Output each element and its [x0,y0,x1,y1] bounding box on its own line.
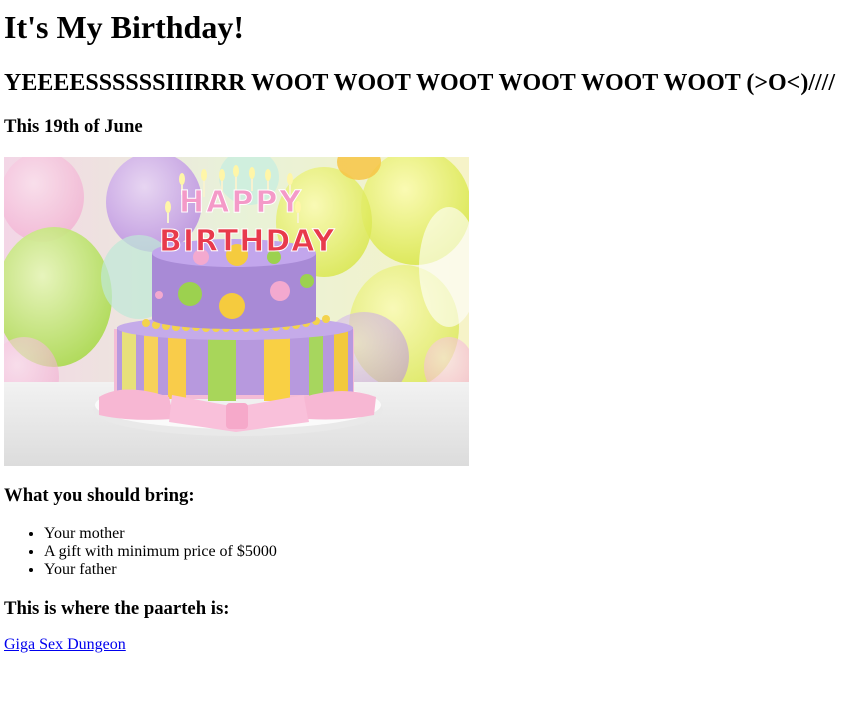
page-title: It's My Birthday! [4,9,244,45]
list-item: A gift with minimum price of $5000 [44,543,857,561]
page: It's My Birthday! YEEEESSSSSSIIIRRR WOOT… [0,9,861,654]
list-item: Your father [44,561,857,579]
list-item: Your mother [44,525,857,543]
cake-topper-happy: HAPPY [179,185,303,220]
bring-heading: What you should bring: [4,485,195,506]
location-heading: This is where the paarteh is: [4,598,230,619]
subtitle-cheer: YEEEESSSSSSIIIRRR WOOT WOOT WOOT WOOT WO… [4,70,835,96]
location-link[interactable]: Giga Sex Dungeon [4,636,126,653]
party-date: This 19th of June [4,116,143,137]
location-paragraph: Giga Sex Dungeon [4,636,857,654]
bring-list: Your mother A gift with minimum price of… [4,525,857,579]
cake-topper-birthday: BIRTHDAY [159,224,336,259]
birthday-cake-image: HAPPY BIRTHDAY [4,157,469,466]
